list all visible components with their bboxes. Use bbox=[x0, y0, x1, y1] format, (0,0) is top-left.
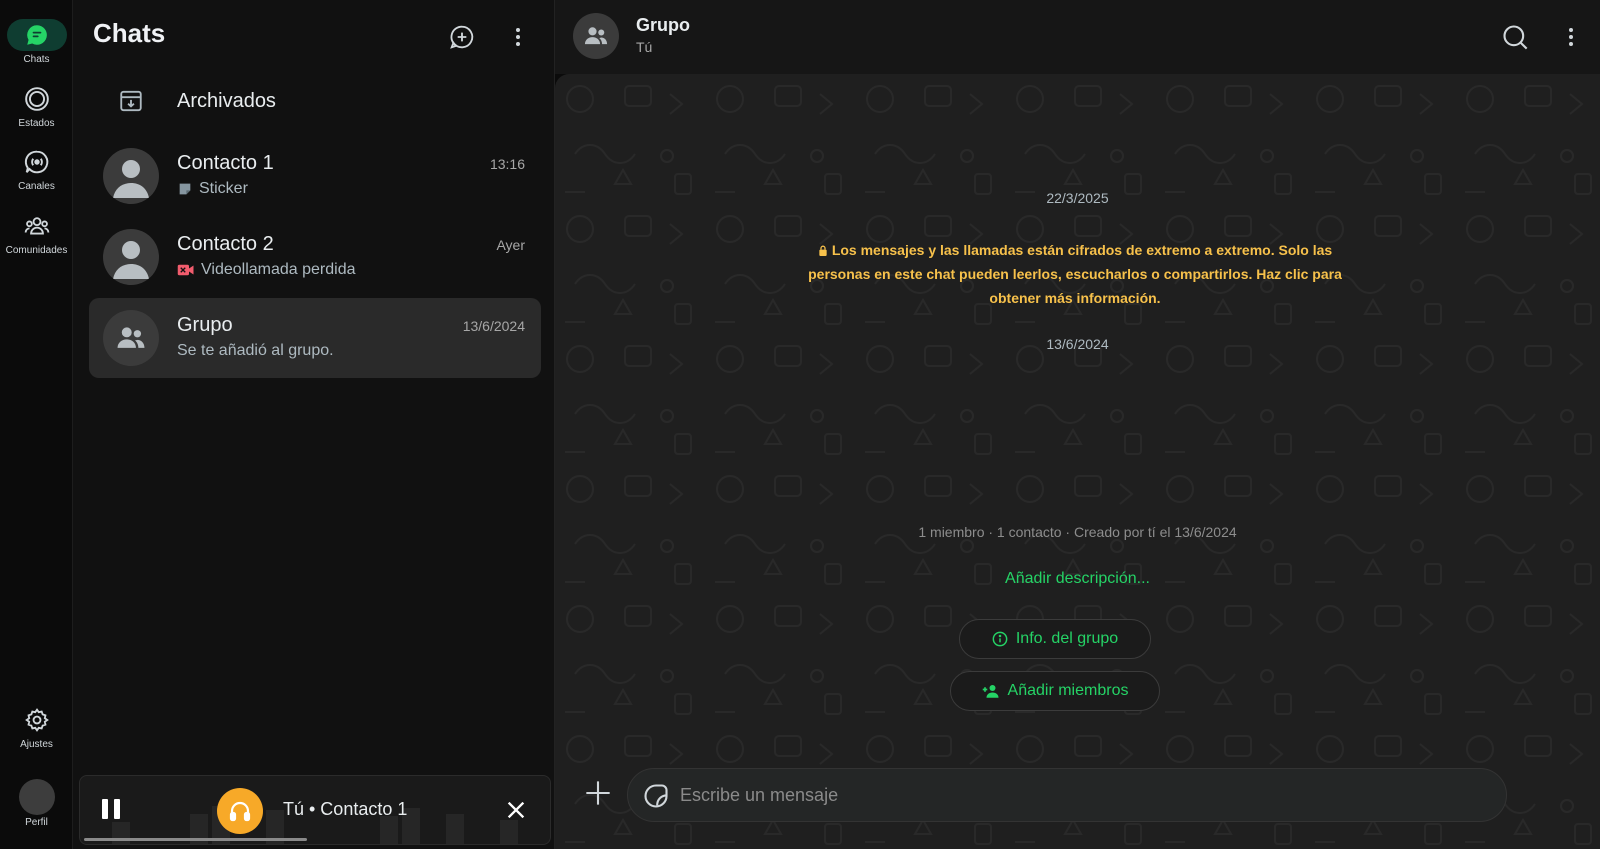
chat-name: Contacto 1 bbox=[177, 152, 274, 174]
info-icon bbox=[992, 631, 1008, 647]
nav-rail: Chats Estados Canales Comunidades Ajuste… bbox=[0, 0, 73, 849]
conversation-panel: Grupo Tú 22/3/2025 Los mensajes y las ll… bbox=[555, 0, 1600, 849]
message-input[interactable] bbox=[680, 769, 1480, 821]
chat-preview: Videollamada perdida bbox=[201, 261, 356, 278]
channels-icon bbox=[7, 146, 67, 178]
whatsapp-window: Chats Estados Canales Comunidades Ajuste… bbox=[0, 0, 1600, 849]
date-separator: 13/6/2024 bbox=[1046, 336, 1109, 352]
search-button[interactable] bbox=[1500, 22, 1530, 52]
search-icon bbox=[1503, 25, 1528, 50]
pause-button[interactable] bbox=[98, 796, 126, 824]
conversation-menu-button[interactable] bbox=[1556, 22, 1586, 52]
rail-label-status: Estados bbox=[18, 118, 55, 129]
status-icon bbox=[7, 83, 67, 115]
chat-item-contacto-1[interactable]: Contacto 1 13:16 Sticker bbox=[89, 136, 541, 216]
message-composer bbox=[627, 768, 1507, 822]
rail-item-settings[interactable]: Ajustes bbox=[0, 704, 73, 750]
add-description-link[interactable]: Añadir descripción... bbox=[555, 570, 1600, 588]
encryption-notice-text: Los mensajes y las llamadas están cifrad… bbox=[808, 242, 1342, 306]
panel-title: Chats bbox=[93, 18, 166, 48]
sticker-icon[interactable] bbox=[642, 782, 670, 810]
conversation-header[interactable]: Grupo Tú bbox=[555, 0, 1600, 74]
encryption-notice[interactable]: Los mensajes y las llamadas están cifrad… bbox=[805, 238, 1345, 310]
group-icon bbox=[584, 27, 608, 45]
close-icon bbox=[507, 801, 525, 819]
archived-label: Archivados bbox=[177, 89, 276, 112]
chat-list-panel: Chats Archivados Contacto 1 13:16 Sticke… bbox=[73, 0, 555, 849]
rail-item-profile[interactable]: Perfil bbox=[0, 779, 73, 828]
lock-icon bbox=[819, 245, 827, 256]
group-info-label: Info. del grupo bbox=[1015, 630, 1119, 647]
chat-name: Contacto 2 bbox=[177, 233, 274, 255]
chat-item-contacto-2[interactable]: Contacto 2 Ayer Videollamada perdida bbox=[89, 217, 541, 297]
attach-button[interactable] bbox=[581, 776, 615, 810]
conversation-subtitle: Tú bbox=[636, 39, 653, 55]
group-icon bbox=[117, 327, 145, 348]
chat-name: Grupo bbox=[177, 314, 233, 336]
sticker-icon bbox=[179, 183, 191, 195]
gear-icon bbox=[7, 704, 67, 736]
rail-label-settings: Ajustes bbox=[20, 739, 53, 750]
rail-label-channels: Canales bbox=[18, 181, 55, 192]
archived-row[interactable]: Archivados bbox=[89, 78, 539, 124]
rail-label-chats: Chats bbox=[23, 54, 50, 65]
conversation-title: Grupo bbox=[636, 15, 690, 35]
player-title: Tú • Contacto 1 bbox=[283, 799, 408, 819]
chat-time: 13/6/2024 bbox=[462, 318, 525, 334]
add-members-button[interactable]: Añadir miembros bbox=[950, 671, 1160, 711]
list-menu-button[interactable] bbox=[503, 22, 533, 52]
communities-icon bbox=[7, 210, 67, 242]
headphones-icon bbox=[217, 788, 263, 834]
group-avatar bbox=[103, 310, 159, 366]
rail-label-communities: Comunidades bbox=[5, 245, 68, 256]
kebab-menu-icon bbox=[516, 28, 520, 46]
rail-item-communities[interactable]: Comunidades bbox=[0, 210, 73, 256]
avatar bbox=[103, 229, 159, 285]
chat-time: Ayer bbox=[496, 237, 525, 253]
chat-time: 13:16 bbox=[489, 156, 525, 172]
add-person-icon bbox=[982, 685, 999, 698]
rail-item-channels[interactable]: Canales bbox=[0, 146, 73, 192]
add-members-label: Añadir miembros bbox=[1007, 682, 1129, 699]
chat-preview: Se te añadió al grupo. bbox=[177, 342, 334, 359]
date-separator: 22/3/2025 bbox=[1046, 190, 1109, 206]
message-area: 22/3/2025 Los mensajes y las llamadas es… bbox=[555, 74, 1600, 849]
missed-video-call-icon bbox=[177, 264, 194, 276]
plus-icon bbox=[586, 781, 610, 805]
new-chat-button[interactable] bbox=[447, 22, 477, 52]
chats-icon bbox=[6, 19, 67, 51]
audio-player: Tú • Contacto 1 bbox=[79, 775, 551, 845]
rail-item-status[interactable]: Estados bbox=[0, 83, 73, 129]
new-chat-icon bbox=[450, 25, 474, 49]
kebab-menu-icon bbox=[1569, 28, 1573, 46]
avatar bbox=[7, 779, 67, 815]
pause-icon bbox=[102, 799, 108, 819]
avatar bbox=[103, 148, 159, 204]
close-player-button[interactable] bbox=[502, 796, 530, 824]
rail-label-profile: Perfil bbox=[25, 817, 48, 828]
group-meta: 1 miembro · 1 contacto · Creado por tí e… bbox=[918, 524, 1237, 540]
group-info-button[interactable]: Info. del grupo bbox=[959, 619, 1151, 659]
chat-item-grupo[interactable]: Grupo 13/6/2024 Se te añadió al grupo. bbox=[89, 298, 541, 378]
group-avatar[interactable] bbox=[573, 13, 619, 59]
chat-preview: Sticker bbox=[199, 180, 248, 197]
archive-icon bbox=[103, 88, 159, 114]
playback-progress[interactable] bbox=[84, 838, 307, 841]
rail-item-chats[interactable]: Chats bbox=[0, 19, 73, 65]
